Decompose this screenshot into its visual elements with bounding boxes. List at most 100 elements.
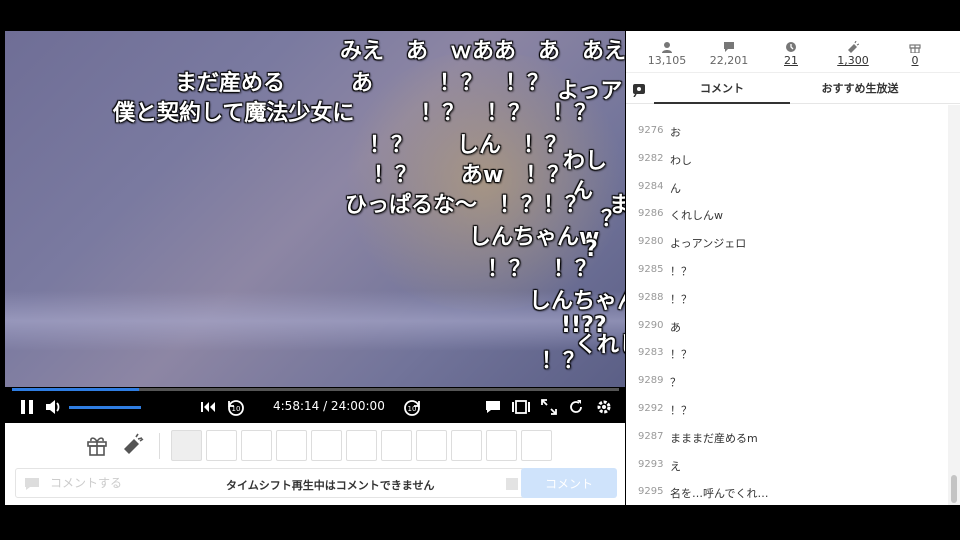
comment-text: くれしんw: [670, 209, 723, 223]
comment-number: 9286: [638, 208, 664, 220]
emote-slot[interactable]: [521, 430, 552, 461]
rewind-10-icon[interactable]: 10: [225, 397, 247, 417]
emote-slot[interactable]: [311, 430, 342, 461]
comment-row[interactable]: 9287 まままだ産めるm: [626, 423, 948, 450]
danmaku-comment: ！？ あw ！？: [373, 163, 570, 188]
emote-slot[interactable]: [276, 430, 307, 461]
nicoad-icon: [848, 41, 859, 53]
timeshift-icon: [786, 42, 796, 52]
rewind-10-label: 10: [232, 405, 241, 413]
danmaku-comment: 僕と契約して魔法少女に ！？ ！？ ！？: [113, 101, 597, 126]
comment-text: ？: [670, 376, 681, 390]
comment-number: 9293: [638, 458, 664, 470]
comment-list[interactable]: 9276 お 9282 わし 9284 ん 9286 くれしんw 9280 よっアンジェロ 9285…: [626, 105, 948, 505]
comment-text: 名を…呼んでくれ…: [670, 487, 769, 501]
comment-count-icon: [724, 42, 734, 52]
side-panel: 13,105 22,201 21 1,300 0 コメント おすすめ生放送 92…: [626, 31, 960, 505]
reload-icon[interactable]: [566, 397, 586, 417]
skip-start-icon[interactable]: [198, 397, 218, 417]
stat-value: 22,201: [709, 54, 749, 67]
stat-viewers: 13,105: [632, 41, 702, 67]
comment-row[interactable]: 9282 わし: [626, 145, 948, 172]
comment-row[interactable]: 9276 お: [626, 117, 948, 144]
comment-row[interactable]: 9283 ！？: [626, 339, 948, 366]
settings-icon[interactable]: [594, 397, 614, 417]
comment-number: 9288: [638, 291, 664, 303]
danmaku-comment: ！？: [541, 349, 586, 374]
comment-number: 9282: [638, 152, 664, 164]
stat-value[interactable]: 1,300: [818, 54, 888, 67]
comment-row[interactable]: 9295 名を…呼んでくれ…: [626, 478, 948, 505]
emote-slot[interactable]: [346, 430, 377, 461]
comment-number: 9285: [638, 264, 664, 275]
divider: [159, 433, 160, 459]
comment-input[interactable]: [50, 476, 170, 490]
danmaku-comment: ！？ しん ！？: [369, 133, 568, 158]
danmaku-comment: みえ あ ｗああ あ あえ: [340, 39, 625, 64]
tab-recommended[interactable]: おすすめ生放送: [792, 74, 928, 104]
comment-text: ん: [670, 181, 681, 195]
volume-icon[interactable]: [43, 397, 63, 417]
video-player[interactable]: みえ あ ｗああ あ あえ まだ産める あ ！？ ！？ よっア 僕と契約して魔法…: [5, 31, 625, 387]
app-frame: みえ あ ｗああ あ あえ まだ産める あ ！？ ！？ よっア 僕と契約して魔法…: [0, 0, 960, 540]
comment-text: ！？: [670, 348, 692, 362]
forward-10-label: 10: [408, 405, 417, 413]
emote-slot[interactable]: [171, 430, 202, 461]
comment-box[interactable]: タイムシフト再生中はコメントできません: [15, 468, 525, 498]
pause-icon[interactable]: [17, 397, 37, 417]
emote-slot[interactable]: [486, 430, 517, 461]
comment-text: わし: [670, 153, 692, 167]
comment-submit-button[interactable]: コメント: [521, 468, 617, 498]
comment-text: ！？: [670, 292, 692, 306]
gift-icon[interactable]: [85, 433, 109, 457]
danmaku-comment: しんちゃん: [529, 289, 625, 314]
comment-toggle-icon[interactable]: [483, 397, 503, 417]
comment-row[interactable]: 9290 あ: [626, 312, 948, 339]
scrollbar-thumb[interactable]: [951, 475, 957, 503]
comment-number: 9295: [638, 486, 664, 498]
danmaku-comment: しんちゃんw: [469, 225, 600, 250]
comment-text: え: [670, 459, 681, 473]
comment-row[interactable]: 9284 ん: [626, 173, 948, 200]
chat-settings-icon[interactable]: [632, 82, 646, 98]
comment-scrollbar[interactable]: [948, 105, 960, 505]
player-footer: タイムシフト再生中はコメントできません コメント: [5, 423, 625, 505]
stat-value[interactable]: 21: [756, 54, 826, 67]
emote-slot[interactable]: [381, 430, 412, 461]
emote-slot[interactable]: [206, 430, 237, 461]
time-display: 4:58:14 / 24:00:00: [273, 399, 385, 413]
stats-bar: 13,105 22,201 21 1,300 0: [626, 31, 960, 73]
emote-slot[interactable]: [241, 430, 272, 461]
player-controls: 10 4:58:14 / 24:00:00 10: [5, 391, 625, 423]
comment-row[interactable]: 9292 ！？: [626, 395, 948, 422]
danmaku-comment: まだ産める あ ！？ ！？: [175, 71, 550, 96]
nicoad-icon[interactable]: [121, 433, 145, 457]
volume-slider[interactable]: [69, 406, 141, 409]
comment-number: 9290: [638, 319, 664, 331]
comment-row[interactable]: 9289 ？: [626, 367, 948, 394]
comment-number: 9284: [638, 180, 664, 192]
emote-slot[interactable]: [451, 430, 482, 461]
stat-gift[interactable]: 0: [880, 41, 950, 67]
comment-row[interactable]: 9280 よっアンジェロ: [626, 228, 948, 255]
comment-text: お: [670, 126, 681, 139]
stat-nicoad[interactable]: 1,300: [818, 41, 888, 67]
comment-number: 9287: [638, 430, 664, 442]
forward-10-icon[interactable]: 10: [401, 397, 423, 417]
comment-mode-icon[interactable]: [24, 476, 40, 492]
theater-mode-icon[interactable]: [511, 397, 531, 417]
comment-row[interactable]: 9285 ！？: [626, 256, 948, 283]
stat-value[interactable]: 0: [880, 54, 950, 67]
comment-palette-icon[interactable]: [504, 476, 520, 492]
stat-timeshift[interactable]: 21: [756, 41, 826, 67]
fullscreen-icon[interactable]: [539, 397, 559, 417]
emote-slot[interactable]: [416, 430, 447, 461]
danmaku-comment: ？: [601, 207, 624, 232]
comment-disabled-notice: タイムシフト再生中はコメントできません: [226, 479, 435, 492]
danmaku-comment: ひっぱるな～ ！？！？ まま: [345, 193, 625, 218]
volume-level: [69, 406, 141, 409]
comment-row[interactable]: 9286 くれしんw: [626, 200, 948, 227]
comment-row[interactable]: 9293 え: [626, 451, 948, 478]
comment-row[interactable]: 9288 ！？: [626, 284, 948, 311]
tab-comments[interactable]: コメント: [654, 74, 790, 104]
